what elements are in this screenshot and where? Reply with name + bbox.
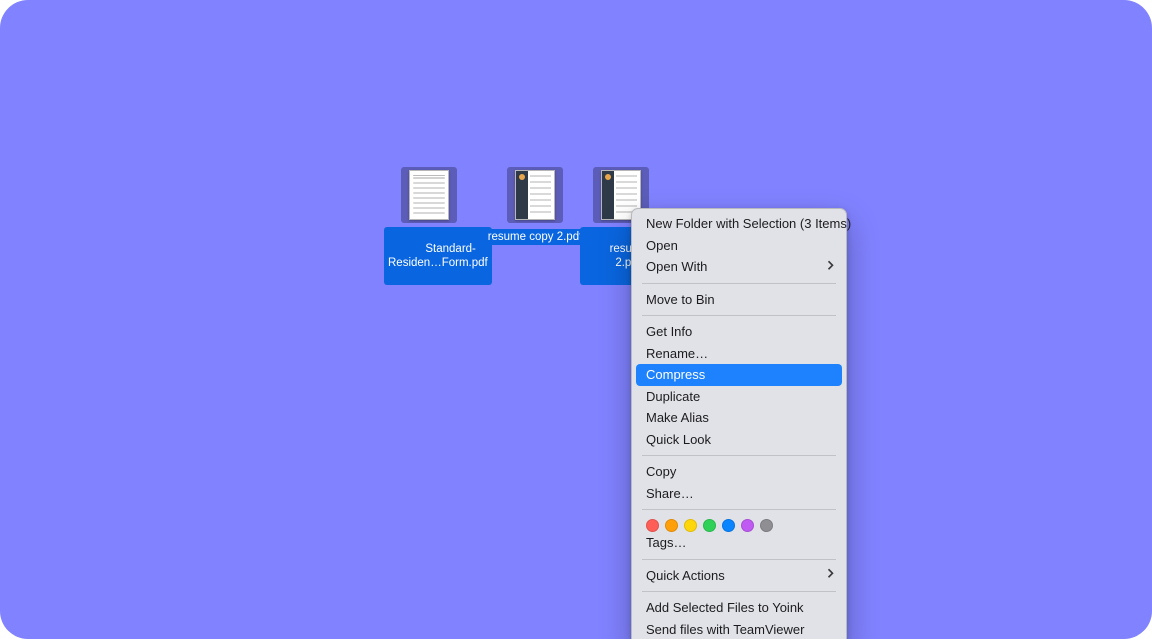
menu-item-compress[interactable]: Compress — [636, 364, 842, 386]
tag-color-green[interactable] — [703, 519, 716, 532]
chevron-right-icon — [827, 567, 834, 585]
menu-separator — [642, 591, 836, 592]
tag-color-red[interactable] — [646, 519, 659, 532]
context-menu: New Folder with Selection (3 Items) Open… — [631, 208, 847, 639]
file-label: Standard-Residen…Form.pdf — [384, 227, 492, 285]
desktop-file[interactable]: Standard-Residen…Form.pdf — [384, 167, 474, 285]
tag-color-purple[interactable] — [741, 519, 754, 532]
file-label: resume copy 2.pdf — [484, 229, 587, 245]
tag-color-yellow[interactable] — [684, 519, 697, 532]
menu-item-move-to-bin[interactable]: Move to Bin — [632, 289, 846, 311]
menu-item-quick-actions[interactable]: Quick Actions — [632, 565, 846, 587]
file-thumbnail — [401, 167, 457, 223]
tag-color-orange[interactable] — [665, 519, 678, 532]
menu-item-add-to-yoink[interactable]: Add Selected Files to Yoink — [632, 597, 846, 619]
menu-separator — [642, 559, 836, 560]
menu-separator — [642, 283, 836, 284]
menu-separator — [642, 455, 836, 456]
desktop[interactable]: Standard-Residen…Form.pdf resume copy 2.… — [0, 0, 1152, 639]
menu-item-duplicate[interactable]: Duplicate — [632, 386, 846, 408]
chevron-right-icon — [827, 258, 834, 276]
menu-item-make-alias[interactable]: Make Alias — [632, 407, 846, 429]
menu-item-tags[interactable]: Tags… — [632, 532, 846, 554]
file-thumbnail — [507, 167, 563, 223]
menu-separator — [642, 509, 836, 510]
menu-item-rename[interactable]: Rename… — [632, 343, 846, 365]
menu-item-label: Quick Actions — [646, 568, 725, 583]
menu-item-quick-look[interactable]: Quick Look — [632, 429, 846, 451]
menu-item-open-with[interactable]: Open With — [632, 256, 846, 278]
menu-item-share[interactable]: Share… — [632, 483, 846, 505]
menu-item-send-teamviewer[interactable]: Send files with TeamViewer — [632, 619, 846, 639]
tag-color-row — [632, 515, 846, 532]
tag-color-gray[interactable] — [760, 519, 773, 532]
menu-item-copy[interactable]: Copy — [632, 461, 846, 483]
tag-color-blue[interactable] — [722, 519, 735, 532]
desktop-file[interactable]: resume copy 2.pdf — [480, 167, 590, 245]
menu-item-label: Open With — [646, 259, 707, 274]
menu-item-open[interactable]: Open — [632, 235, 846, 257]
menu-item-get-info[interactable]: Get Info — [632, 321, 846, 343]
menu-item-new-folder-selection[interactable]: New Folder with Selection (3 Items) — [632, 213, 846, 235]
menu-separator — [642, 315, 836, 316]
